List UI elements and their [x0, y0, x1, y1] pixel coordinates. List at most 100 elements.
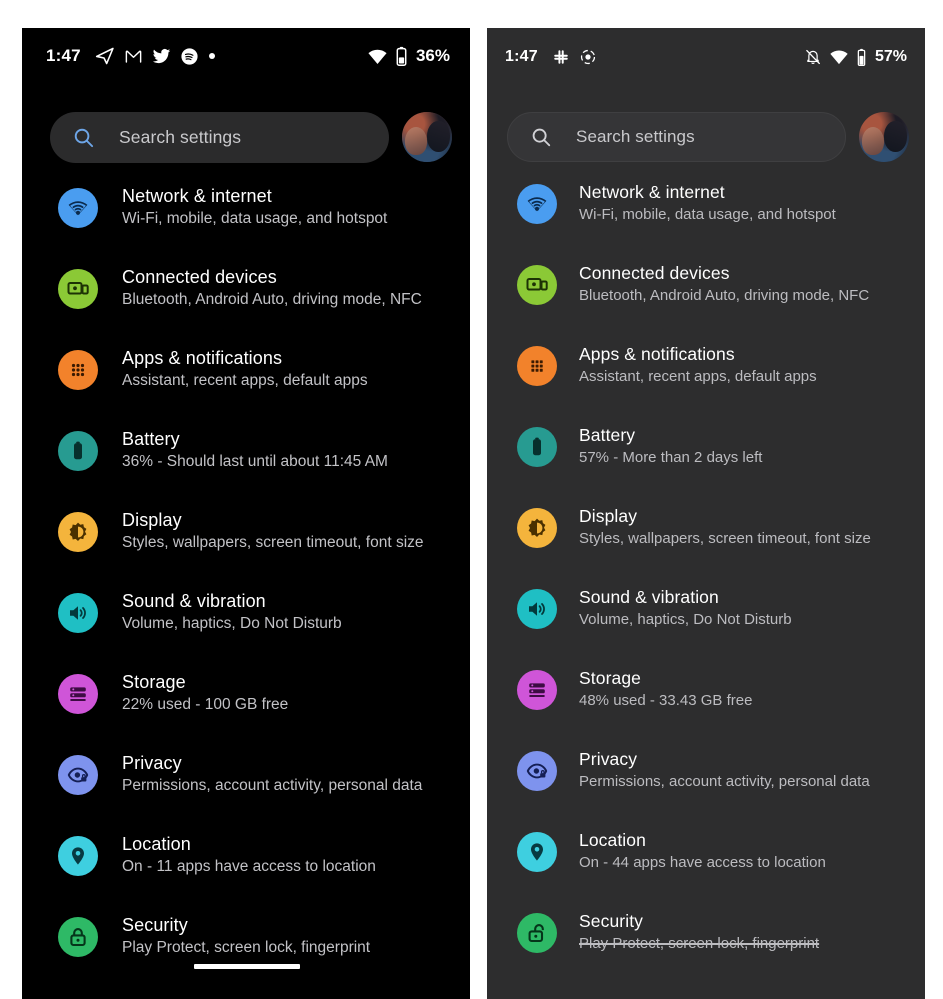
lock-closed-icon: [58, 917, 98, 957]
settings-item-subtitle: Assistant, recent apps, default apps: [122, 372, 368, 389]
settings-item-security[interactable]: Security Play Protect, screen lock, fing…: [487, 907, 925, 988]
phone-panel-left: 1:47 36% Search settings Network & inter…: [22, 28, 470, 999]
battery-icon: [58, 431, 98, 471]
settings-item-title: Security: [579, 911, 644, 931]
settings-item-title: Display: [579, 506, 638, 526]
settings-item-title: Security: [122, 915, 188, 935]
search-row-right: Search settings: [487, 106, 925, 168]
settings-item-location[interactable]: Location On - 11 apps have access to loc…: [22, 830, 470, 911]
settings-item-apps-notifications[interactable]: Apps & notifications Assistant, recent a…: [22, 344, 470, 425]
settings-item-location[interactable]: Location On - 44 apps have access to loc…: [487, 826, 925, 907]
settings-item-subtitle: Permissions, account activity, personal …: [579, 773, 870, 790]
search-input[interactable]: Search settings: [507, 112, 846, 162]
redaction-marker: [194, 964, 300, 969]
status-notification-icons: [552, 48, 597, 66]
comparison-screenshot: 1:47 36% Search settings Network & inter…: [0, 0, 943, 999]
wifi-icon: [367, 46, 388, 67]
volume-icon: [517, 589, 557, 629]
status-notification-icons: [95, 46, 216, 66]
settings-item-subtitle: 48% used - 33.43 GB free: [579, 692, 753, 709]
location-pin-icon: [517, 832, 557, 872]
settings-item-subtitle: Assistant, recent apps, default apps: [579, 368, 817, 385]
telegram-icon: [95, 46, 115, 66]
settings-item-sound-vibration[interactable]: Sound & vibration Volume, haptics, Do No…: [22, 587, 470, 668]
storage-icon: [517, 670, 557, 710]
settings-item-subtitle: Wi-Fi, mobile, data usage, and hotspot: [122, 210, 388, 227]
apps-grid-icon: [58, 350, 98, 390]
status-system-icons: 36%: [367, 46, 450, 67]
settings-item-storage[interactable]: Storage 22% used - 100 GB free: [22, 668, 470, 749]
battery-percent-label: 57%: [874, 48, 907, 65]
settings-item-storage[interactable]: Storage 48% used - 33.43 GB free: [487, 664, 925, 745]
settings-item-title: Network & internet: [122, 186, 272, 206]
settings-item-sound-vibration[interactable]: Sound & vibration Volume, haptics, Do No…: [487, 583, 925, 664]
privacy-eye-lock-icon: [517, 751, 557, 791]
settings-item-subtitle: Permissions, account activity, personal …: [122, 777, 423, 794]
wifi-icon: [517, 184, 557, 224]
settings-item-title: Storage: [122, 672, 186, 692]
location-pin-icon: [58, 836, 98, 876]
settings-item-title: Network & internet: [579, 182, 725, 202]
spotify-icon: [180, 47, 199, 66]
settings-item-title: Apps & notifications: [579, 344, 735, 364]
settings-item-connected-devices[interactable]: Connected devices Bluetooth, Android Aut…: [22, 263, 470, 344]
battery-icon: [395, 46, 408, 67]
settings-item-subtitle: Volume, haptics, Do Not Disturb: [122, 615, 342, 632]
settings-item-title: Apps & notifications: [122, 348, 283, 368]
settings-item-display[interactable]: Display Styles, wallpapers, screen timeo…: [22, 506, 470, 587]
settings-item-network-internet[interactable]: Network & internet Wi-Fi, mobile, data u…: [22, 182, 470, 263]
avatar[interactable]: [402, 112, 452, 162]
settings-item-title: Location: [579, 830, 646, 850]
lock-open-icon: [517, 913, 557, 953]
settings-item-subtitle: 22% used - 100 GB free: [122, 696, 289, 713]
phone-panel-right: 1:47 57% Search settings Network & inter…: [487, 28, 925, 999]
settings-list-right: Network & internet Wi-Fi, mobile, data u…: [487, 168, 925, 988]
status-bar-right: 1:47 57%: [487, 28, 925, 86]
search-placeholder: Search settings: [576, 127, 695, 146]
search-row-left: Search settings: [22, 106, 470, 168]
settings-item-subtitle: Wi-Fi, mobile, data usage, and hotspot: [579, 206, 836, 223]
settings-item-battery[interactable]: Battery 36% - Should last until about 11…: [22, 425, 470, 506]
search-input[interactable]: Search settings: [50, 111, 389, 163]
settings-item-subtitle: Volume, haptics, Do Not Disturb: [579, 611, 792, 628]
twitter-icon: [152, 47, 171, 66]
dot-icon: [208, 52, 216, 60]
settings-item-subtitle: On - 44 apps have access to location: [579, 854, 826, 871]
brightness-icon: [58, 512, 98, 552]
settings-item-title: Sound & vibration: [122, 591, 266, 611]
settings-item-apps-notifications[interactable]: Apps & notifications Assistant, recent a…: [487, 340, 925, 421]
settings-item-display[interactable]: Display Styles, wallpapers, screen timeo…: [487, 502, 925, 583]
apps-grid-icon: [517, 346, 557, 386]
search-placeholder: Search settings: [119, 126, 242, 147]
wifi-icon: [58, 188, 98, 228]
settings-item-title: Privacy: [579, 749, 638, 769]
settings-item-privacy[interactable]: Privacy Permissions, account activity, p…: [487, 745, 925, 826]
slack-icon: [552, 48, 570, 66]
volume-icon: [58, 593, 98, 633]
battery-icon: [856, 48, 867, 67]
settings-item-title: Storage: [579, 668, 641, 688]
settings-item-subtitle: Play Protect, screen lock, fingerprint: [122, 939, 371, 956]
connected-devices-icon: [58, 269, 98, 309]
settings-item-subtitle: Bluetooth, Android Auto, driving mode, N…: [579, 287, 870, 304]
settings-item-battery[interactable]: Battery 57% - More than 2 days left: [487, 421, 925, 502]
status-clock: 1:47: [505, 48, 538, 65]
settings-item-subtitle: Styles, wallpapers, screen timeout, font…: [579, 530, 871, 547]
avatar[interactable]: [859, 112, 909, 162]
settings-item-privacy[interactable]: Privacy Permissions, account activity, p…: [22, 749, 470, 830]
settings-item-title: Privacy: [122, 753, 182, 773]
settings-item-title: Sound & vibration: [579, 587, 719, 607]
settings-item-subtitle: Bluetooth, Android Auto, driving mode, N…: [122, 291, 422, 308]
settings-item-connected-devices[interactable]: Connected devices Bluetooth, Android Aut…: [487, 259, 925, 340]
status-bar-left: 1:47 36%: [22, 28, 470, 84]
settings-item-title: Location: [122, 834, 191, 854]
settings-item-network-internet[interactable]: Network & internet Wi-Fi, mobile, data u…: [487, 178, 925, 259]
settings-item-title: Connected devices: [579, 263, 730, 283]
settings-item-subtitle: Styles, wallpapers, screen timeout, font…: [122, 534, 424, 551]
settings-item-title: Battery: [579, 425, 636, 445]
settings-item-security[interactable]: Security Play Protect, screen lock, fing…: [22, 911, 470, 992]
status-system-icons: 57%: [804, 47, 907, 67]
settings-item-subtitle: 57% - More than 2 days left: [579, 449, 763, 466]
status-clock: 1:47: [46, 46, 81, 65]
settings-item-title: Connected devices: [122, 267, 277, 287]
